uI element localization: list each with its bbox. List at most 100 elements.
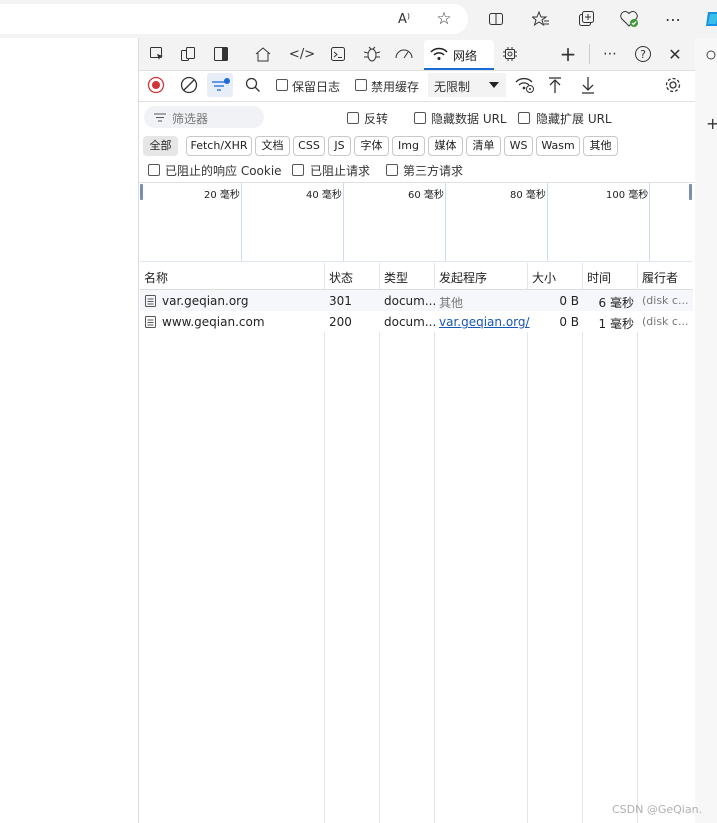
devtools-more-icon[interactable]: ⋯ xyxy=(600,44,620,64)
filter-input[interactable]: 筛选器 xyxy=(144,106,264,128)
type-filter-wasm[interactable]: Wasm xyxy=(536,136,580,156)
record-icon[interactable] xyxy=(147,76,165,97)
table-row[interactable]: var.geqian.org 301 docum... 其他 0 B 6 毫秒 … xyxy=(140,290,693,311)
type-filter-media[interactable]: 媒体 xyxy=(428,136,463,156)
tab-network[interactable]: 网络 xyxy=(424,40,494,70)
invert-checkbox[interactable] xyxy=(347,112,359,124)
tab-console[interactable] xyxy=(328,44,348,64)
column-divider[interactable] xyxy=(582,263,583,823)
watermark: CSDN @GeQian. xyxy=(612,803,703,816)
request-status: 301 xyxy=(329,294,352,308)
request-size: 0 B xyxy=(559,315,579,329)
close-devtools-icon[interactable]: ✕ xyxy=(665,44,685,64)
dock-side-icon[interactable] xyxy=(211,44,231,64)
overview-tick-label: 40 毫秒 xyxy=(306,190,342,201)
column-header-type[interactable]: 类型 xyxy=(384,269,408,286)
column-divider[interactable] xyxy=(434,263,435,823)
more-options-icon[interactable]: ⋯ xyxy=(663,9,683,29)
request-fulfilled-by: (disk c... xyxy=(642,315,689,328)
third-party-label: 第三方请求 xyxy=(403,164,464,178)
table-row[interactable]: www.geqian.com 200 docum... var.geqian.o… xyxy=(140,311,693,332)
search-icon[interactable] xyxy=(245,77,261,96)
read-aloud-icon[interactable]: A⁾ xyxy=(394,9,414,29)
add-tool-icon[interactable]: + xyxy=(558,42,578,66)
network-settings-gear-icon[interactable] xyxy=(664,76,682,97)
preserve-log-checkbox[interactable] xyxy=(276,79,288,91)
type-filter-doc[interactable]: 文档 xyxy=(255,136,290,156)
blocked-cookies-checkbox[interactable] xyxy=(148,164,160,176)
column-divider[interactable] xyxy=(324,263,325,823)
column-header-time[interactable]: 时间 xyxy=(587,269,611,286)
type-filter-font[interactable]: 字体 xyxy=(354,136,389,156)
wifi-icon xyxy=(430,47,448,60)
type-filter-fetch-xhr[interactable]: Fetch/XHR xyxy=(186,136,252,156)
device-emulation-icon[interactable] xyxy=(178,44,198,64)
favorite-star-icon[interactable]: ☆ xyxy=(434,9,454,29)
tab-performance[interactable] xyxy=(394,44,414,64)
sidebar-strip: + xyxy=(698,38,717,823)
blocked-requests-label: 已阻止请求 xyxy=(310,164,371,178)
column-divider[interactable] xyxy=(637,263,638,823)
request-initiator-link[interactable]: var.geqian.org/ xyxy=(439,315,530,329)
favorites-icon[interactable] xyxy=(531,9,551,29)
overview-tick-label: 100 毫秒 xyxy=(606,190,649,201)
overview-gridline xyxy=(649,183,650,261)
type-filter-all[interactable]: 全部 xyxy=(143,136,178,156)
help-icon[interactable]: ? xyxy=(633,44,653,64)
preserve-log-label: 保留日志 xyxy=(292,80,341,94)
tab-elements[interactable]: </> xyxy=(289,44,315,64)
throttling-value: 无限制 xyxy=(434,80,471,94)
column-header-status[interactable]: 状态 xyxy=(329,269,353,286)
sidebar-add-icon[interactable]: + xyxy=(706,114,717,133)
overview-right-handle[interactable] xyxy=(689,184,692,200)
hide-extension-urls-checkbox[interactable] xyxy=(518,112,530,124)
type-filter-ws[interactable]: WS xyxy=(504,136,533,156)
document-icon xyxy=(145,316,156,328)
collections-icon[interactable] xyxy=(576,9,596,29)
disable-cache-label: 禁用缓存 xyxy=(371,80,420,94)
type-filter-manifest[interactable]: 清单 xyxy=(466,136,501,156)
throttling-select[interactable]: 无限制 xyxy=(428,73,506,97)
column-header-initiator[interactable]: 发起程序 xyxy=(439,269,487,286)
request-type: docum... xyxy=(384,315,436,329)
filter-toggle-button[interactable] xyxy=(207,73,233,97)
blocked-cookies-label: 已阻止的响应 Cookie xyxy=(165,164,282,178)
invert-label: 反转 xyxy=(364,112,389,126)
third-party-checkbox[interactable] xyxy=(386,164,398,176)
type-filter-other[interactable]: 其他 xyxy=(583,136,618,156)
tab-welcome[interactable] xyxy=(253,44,273,64)
overview-gridline xyxy=(547,183,548,261)
overview-gridline xyxy=(343,183,344,261)
overview-gridline xyxy=(445,183,446,261)
network-conditions-icon[interactable] xyxy=(515,76,535,97)
type-filter-js[interactable]: JS xyxy=(328,136,351,156)
type-filter-css[interactable]: CSS xyxy=(293,136,325,156)
disable-cache-checkbox[interactable] xyxy=(355,79,367,91)
overview-left-handle[interactable] xyxy=(140,184,143,200)
split-screen-icon[interactable] xyxy=(486,9,506,29)
column-header-name[interactable]: 名称 xyxy=(144,269,168,286)
hide-data-urls-checkbox[interactable] xyxy=(414,112,426,124)
clear-icon[interactable] xyxy=(180,76,198,97)
column-divider[interactable] xyxy=(379,263,380,823)
column-header-fulfilled-by[interactable]: 履行者 xyxy=(642,269,678,286)
request-size: 0 B xyxy=(559,294,579,308)
overview-tick-label: 60 毫秒 xyxy=(408,190,444,201)
inspect-element-icon[interactable] xyxy=(147,44,167,64)
request-name: var.geqian.org xyxy=(162,294,249,308)
column-divider[interactable] xyxy=(527,263,528,823)
sidebar-search-icon[interactable] xyxy=(704,50,716,68)
request-time: 6 毫秒 xyxy=(598,296,634,310)
tab-sources[interactable] xyxy=(362,44,382,64)
export-har-icon[interactable] xyxy=(580,76,596,97)
type-filter-img[interactable]: Img xyxy=(392,136,425,156)
filter-icon xyxy=(212,78,230,91)
copilot-icon[interactable] xyxy=(702,9,717,29)
import-har-icon[interactable] xyxy=(547,76,563,97)
request-type: docum... xyxy=(384,294,436,308)
blocked-requests-checkbox[interactable] xyxy=(292,164,304,176)
filter-funnel-icon xyxy=(154,113,166,122)
tab-memory[interactable] xyxy=(500,44,520,64)
column-header-size[interactable]: 大小 xyxy=(532,269,556,286)
browser-essentials-icon[interactable] xyxy=(619,9,639,29)
